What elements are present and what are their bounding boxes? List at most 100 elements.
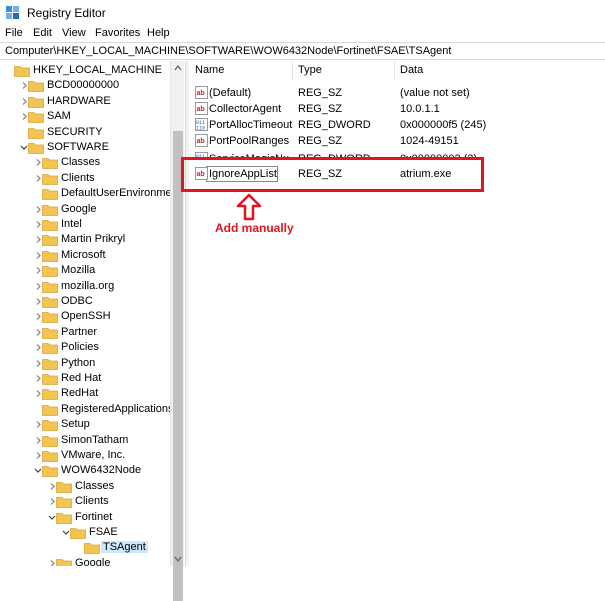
- value-name: PortAllocTimeout: [209, 119, 293, 131]
- tree-item-label: RedHat: [61, 387, 99, 400]
- tree-item[interactable]: OpenSSH: [0, 309, 185, 324]
- folder-icon: [42, 327, 58, 339]
- values-list: Name Type Data ab (Default) REG_SZ (value n…: [190, 61, 605, 566]
- folder-icon: [42, 173, 58, 185]
- value-row[interactable]: ab CollectorAgent REG_SZ 10.0.1.1: [190, 101, 605, 117]
- value-row[interactable]: ab PortPoolRanges REG_SZ 1024-49151: [190, 133, 605, 149]
- string-value-icon: ab: [195, 86, 208, 99]
- tree-item[interactable]: SimonTatham: [0, 433, 185, 448]
- menu-edit[interactable]: Edit: [33, 27, 52, 39]
- tree-item-label: SimonTatham: [61, 433, 129, 446]
- folder-icon: [42, 281, 58, 293]
- tree-item[interactable]: SAM: [0, 109, 185, 124]
- tree-item[interactable]: BCD00000000: [0, 78, 185, 93]
- column-header-name[interactable]: Name: [190, 64, 292, 81]
- menu-help[interactable]: Help: [147, 27, 170, 39]
- tree-item-label: SOFTWARE: [47, 141, 109, 153]
- tree-item[interactable]: FSAE: [0, 525, 185, 540]
- menu-view[interactable]: View: [62, 27, 86, 39]
- tree-item[interactable]: RedHat: [0, 386, 185, 401]
- tree-item[interactable]: Red Hat: [0, 371, 185, 386]
- tree-item[interactable]: DefaultUserEnvironment: [0, 186, 185, 201]
- tree-item[interactable]: RegisteredApplications: [0, 402, 185, 417]
- tree-item-label: VMware, Inc.: [61, 449, 126, 461]
- value-row[interactable]: 011 110 PortAllocTimeout REG_DWORD 0x000000f…: [190, 117, 605, 133]
- tree-item-label: Clients: [75, 495, 109, 508]
- column-header-type[interactable]: Type: [293, 64, 395, 81]
- value-name: PortPoolRanges: [209, 135, 290, 147]
- tree-item[interactable]: Intel: [0, 217, 185, 232]
- folder-icon: [42, 265, 58, 278]
- tree-item[interactable]: HARDWARE: [0, 94, 185, 109]
- svg-text:ab: ab: [197, 90, 205, 97]
- svg-text:ab: ab: [197, 138, 205, 145]
- binary-value-icon: 011110: [195, 118, 208, 132]
- tree-item[interactable]: SECURITY: [0, 125, 185, 140]
- menu-file[interactable]: File: [5, 27, 23, 39]
- tree-item-label: TSAgent: [101, 541, 148, 554]
- tree-item[interactable]: TSAgent: [0, 540, 185, 555]
- value-row[interactable]: ab (Default) REG_SZ (value not set): [190, 85, 605, 101]
- title-bar: Registry Editor: [0, 0, 605, 26]
- tree-item[interactable]: Mozilla: [0, 263, 185, 278]
- svg-text:ab: ab: [197, 106, 205, 113]
- tree-item[interactable]: Classes: [0, 155, 185, 170]
- folder-icon: [42, 358, 58, 370]
- tree-item[interactable]: mozilla.org: [0, 279, 185, 294]
- folder-icon: [28, 127, 44, 139]
- tree-item[interactable]: Martin Prikryl: [0, 232, 185, 247]
- tree-item[interactable]: Clients: [0, 494, 185, 509]
- tree-item[interactable]: SOFTWARE: [0, 140, 185, 155]
- value-data: 1024-49151: [400, 135, 459, 147]
- tree-item-label: HARDWARE: [47, 94, 111, 107]
- scroll-down-icon[interactable]: [174, 555, 182, 563]
- tree-item-label: Classes: [75, 479, 115, 492]
- tree-item[interactable]: Google: [0, 556, 185, 566]
- folder-icon: [28, 111, 44, 124]
- folder-icon: [42, 435, 58, 447]
- tree-item[interactable]: Partner: [0, 325, 185, 340]
- folder-icon: [84, 542, 100, 555]
- value-data: (value not set): [400, 87, 470, 99]
- svg-text:110: 110: [196, 126, 205, 132]
- scrollbar-thumb[interactable]: [173, 131, 183, 601]
- tree-item-label: mozilla.org: [61, 279, 115, 292]
- tree-item[interactable]: Clients: [0, 171, 185, 186]
- tree-item-label: SECURITY: [47, 125, 103, 138]
- tree-item[interactable]: Python: [0, 356, 185, 371]
- folder-icon: [56, 496, 72, 509]
- tree-item-label: Google: [75, 556, 111, 566]
- tree-item-label: Policies: [61, 341, 99, 354]
- tree-item[interactable]: Microsoft: [0, 248, 185, 263]
- address-path[interactable]: Computer\HKEY_LOCAL_MACHINE\SOFTWARE\WOW…: [5, 45, 451, 57]
- folder-icon: [42, 188, 58, 201]
- tree-item[interactable]: Policies: [0, 340, 185, 355]
- menu-bar: File Edit View Favorites Help: [0, 26, 605, 42]
- tree-item[interactable]: Google: [0, 202, 185, 217]
- menu-favorites[interactable]: Favorites: [95, 27, 140, 39]
- scroll-up-icon[interactable]: [174, 64, 182, 72]
- tree-item-label: Mozilla: [61, 264, 96, 277]
- tree-item[interactable]: ODBC: [0, 294, 185, 309]
- tree-item[interactable]: VMware, Inc.: [0, 448, 185, 463]
- folder-icon: [42, 157, 58, 170]
- tree-item-label: HKEY_LOCAL_MACHINE: [33, 64, 162, 76]
- tree-item-label: RegisteredApplications: [61, 402, 174, 415]
- column-header-data[interactable]: Data: [395, 64, 595, 81]
- tree-scrollbar[interactable]: [170, 61, 184, 601]
- tree-item-label: FSAE: [89, 526, 118, 538]
- tree-item-label: Intel: [61, 218, 82, 230]
- value-type: REG_SZ: [298, 103, 343, 115]
- tree-item-label: OpenSSH: [61, 310, 111, 323]
- tree-item[interactable]: Classes: [0, 479, 185, 494]
- tree-item[interactable]: WOW6432Node: [0, 463, 185, 478]
- tree-item[interactable]: Setup: [0, 417, 185, 432]
- address-bar[interactable]: Computer\HKEY_LOCAL_MACHINE\SOFTWARE\WOW…: [0, 42, 605, 60]
- window-title: Registry Editor: [27, 6, 106, 20]
- pane-splitter[interactable]: [185, 61, 189, 566]
- folder-icon: [42, 204, 58, 216]
- tree-item[interactable]: Fortinet: [0, 510, 185, 525]
- folder-icon: [42, 373, 58, 385]
- tree-item[interactable]: HKEY_LOCAL_MACHINE: [0, 63, 185, 78]
- tree-item-label: Classes: [61, 156, 101, 169]
